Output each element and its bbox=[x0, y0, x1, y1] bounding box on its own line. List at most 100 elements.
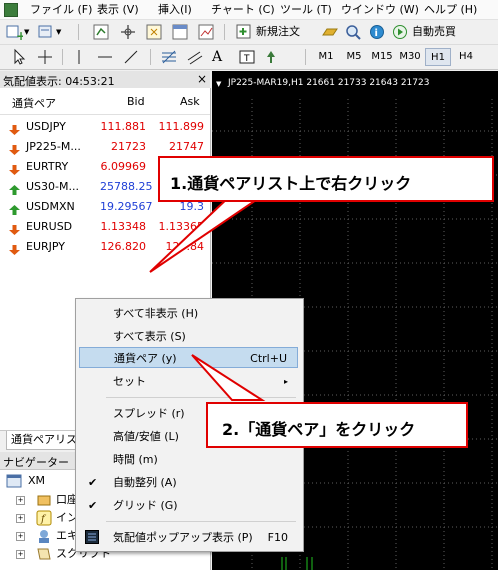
symbol-name: EURUSD bbox=[26, 220, 73, 233]
arrow-down-icon bbox=[9, 142, 20, 155]
checkmark-icon: ✔ bbox=[88, 476, 98, 489]
toolbar-separator bbox=[224, 24, 225, 40]
new-order-button[interactable]: 新規注文 bbox=[236, 23, 316, 41]
close-icon[interactable]: × bbox=[197, 72, 207, 86]
shortcut-label: Ctrl+U bbox=[250, 352, 287, 365]
menu-item-label: グリッド (G) bbox=[113, 499, 178, 512]
menu-chart[interactable]: チャート (C) bbox=[211, 2, 275, 17]
menu-separator bbox=[106, 521, 296, 522]
menu-item-hide-all[interactable]: すべて非表示 (H) bbox=[79, 303, 298, 324]
expand-icon[interactable]: + bbox=[16, 496, 25, 505]
dropdown-arrow-icon[interactable]: ▼ bbox=[24, 23, 32, 41]
toolbar-separator bbox=[78, 24, 79, 40]
platform-icon bbox=[6, 474, 22, 488]
symbol-row[interactable]: JP225-M... 21723 21747 bbox=[0, 137, 210, 157]
tester-icon[interactable] bbox=[197, 23, 215, 41]
navigator-icon[interactable] bbox=[145, 23, 163, 41]
menu-window[interactable]: ウインドウ (W) bbox=[341, 2, 419, 17]
menu-item-grid[interactable]: ✔ グリッド (G) bbox=[79, 495, 298, 516]
gold-bar-icon[interactable] bbox=[321, 23, 339, 41]
menu-item-show-all[interactable]: すべて表示 (S) bbox=[79, 326, 298, 347]
symbol-row[interactable]: EURUSD 1.13348 1.13365 bbox=[0, 217, 210, 237]
text-box-icon[interactable]: T bbox=[238, 48, 256, 66]
app-icon[interactable] bbox=[4, 3, 18, 17]
market-watch-icon[interactable] bbox=[92, 23, 110, 41]
arrow-down-icon bbox=[9, 222, 20, 235]
fibonacci-icon[interactable] bbox=[160, 48, 178, 66]
standard-toolbar: + ▼ ▼ 新規注文 i 自動売買 bbox=[0, 20, 498, 45]
search-icon[interactable] bbox=[344, 23, 362, 41]
cursor-icon[interactable] bbox=[10, 48, 28, 66]
arrow-tool-icon[interactable] bbox=[262, 48, 280, 66]
shortcut-label: F10 bbox=[267, 531, 288, 544]
menu-tools[interactable]: ツール (T) bbox=[280, 2, 332, 17]
symbol-name: US30-M... bbox=[26, 180, 79, 193]
menu-file[interactable]: ファイル (F) bbox=[30, 2, 92, 17]
expand-icon[interactable]: + bbox=[16, 532, 25, 541]
symbol-name: USDMXN bbox=[26, 200, 75, 213]
timeframe-m5[interactable]: M5 bbox=[341, 48, 367, 66]
ask-price: 21747 bbox=[169, 140, 204, 153]
expand-icon[interactable]: + bbox=[16, 514, 25, 523]
scripts-icon bbox=[37, 548, 51, 560]
menu-item-symbols[interactable]: 通貨ペア (y) Ctrl+U bbox=[79, 347, 298, 368]
column-symbol[interactable]: 通貨ペア bbox=[12, 95, 56, 111]
svg-text:T: T bbox=[243, 54, 250, 64]
menu-item-label: 気配値ポップアップ表示 (P) bbox=[113, 531, 253, 544]
channel-icon[interactable] bbox=[186, 48, 204, 66]
symbol-row[interactable]: EURJPY 126.820 126.84 bbox=[0, 237, 210, 257]
experts-icon bbox=[39, 530, 49, 543]
horizontal-line-icon[interactable] bbox=[96, 48, 114, 66]
toolbar-separator bbox=[305, 49, 306, 65]
vertical-line-icon[interactable] bbox=[70, 48, 88, 66]
ask-price: 111.899 bbox=[158, 120, 205, 133]
svg-text:+: + bbox=[16, 29, 23, 41]
trendline-icon[interactable] bbox=[122, 48, 140, 66]
expand-icon[interactable]: + bbox=[16, 550, 25, 559]
column-bid[interactable]: Bid bbox=[127, 95, 145, 108]
timeframe-m1[interactable]: M1 bbox=[313, 48, 339, 66]
auto-trading-label: 自動売買 bbox=[412, 25, 456, 38]
timeframe-m15[interactable]: M15 bbox=[369, 48, 395, 66]
menu-item-sets[interactable]: セット ▸ bbox=[79, 371, 298, 392]
accounts-icon bbox=[37, 495, 51, 506]
submenu-arrow-icon: ▸ bbox=[283, 377, 288, 386]
signals-icon[interactable]: i bbox=[368, 23, 386, 41]
text-label-icon[interactable]: A bbox=[212, 48, 230, 66]
menu-help[interactable]: ヘルプ (H) bbox=[424, 2, 477, 17]
symbol-name: JP225-M... bbox=[26, 140, 81, 153]
timeframe-h1[interactable]: H1 bbox=[425, 48, 451, 66]
new-chart-icon[interactable]: + bbox=[5, 23, 26, 43]
ask-price: 1.13365 bbox=[158, 220, 205, 233]
auto-trading-icon bbox=[393, 25, 407, 39]
menu-item-popup-prices[interactable]: 気配値ポップアップ表示 (P) F10 bbox=[79, 527, 298, 548]
crosshair-icon[interactable] bbox=[36, 48, 54, 66]
auto-trading-button[interactable]: 自動売買 bbox=[392, 23, 472, 41]
menu-bar: ファイル (F) 表示 (V) 挿入(I) チャート (C) ツール (T) ウ… bbox=[0, 0, 498, 20]
timeframe-m30[interactable]: M30 bbox=[397, 48, 423, 66]
menu-view[interactable]: 表示 (V) bbox=[97, 2, 139, 17]
menu-item-label: 時間 (m) bbox=[113, 453, 158, 466]
menu-item-auto-arrange[interactable]: ✔ 自動整列 (A) bbox=[79, 472, 298, 493]
column-ask[interactable]: Ask bbox=[180, 95, 200, 108]
chart-menu-arrow-icon[interactable]: ▼ bbox=[216, 80, 221, 88]
callout-step2: 2.「通貨ペア」をクリック bbox=[206, 402, 468, 448]
dropdown-arrow-icon[interactable]: ▼ bbox=[56, 23, 64, 41]
new-order-icon bbox=[236, 24, 251, 39]
menu-item-label: スプレッド (r) bbox=[113, 407, 185, 420]
menu-item-label: 通貨ペア (y) bbox=[114, 352, 177, 365]
symbol-name: USDJPY bbox=[26, 120, 66, 133]
symbol-row[interactable]: USDJPY 111.881 111.899 bbox=[0, 117, 210, 137]
terminal-icon[interactable] bbox=[171, 23, 189, 41]
menu-insert[interactable]: 挿入(I) bbox=[158, 2, 192, 17]
new-order-label: 新規注文 bbox=[256, 25, 300, 38]
profiles-icon[interactable] bbox=[37, 23, 55, 41]
menu-item-time[interactable]: 時間 (m) bbox=[79, 449, 298, 470]
menu-item-label: セット bbox=[113, 375, 146, 388]
crosshair-move-icon[interactable] bbox=[119, 23, 137, 41]
menu-item-label: すべて表示 (S) bbox=[113, 330, 186, 343]
tab-symbols[interactable]: 通貨ペアリス bbox=[6, 431, 82, 450]
timeframe-h4[interactable]: H4 bbox=[453, 48, 479, 66]
callout-step1: 1.通貨ペアリスト上で右クリック bbox=[158, 156, 494, 202]
toolbar-separator bbox=[62, 49, 63, 65]
